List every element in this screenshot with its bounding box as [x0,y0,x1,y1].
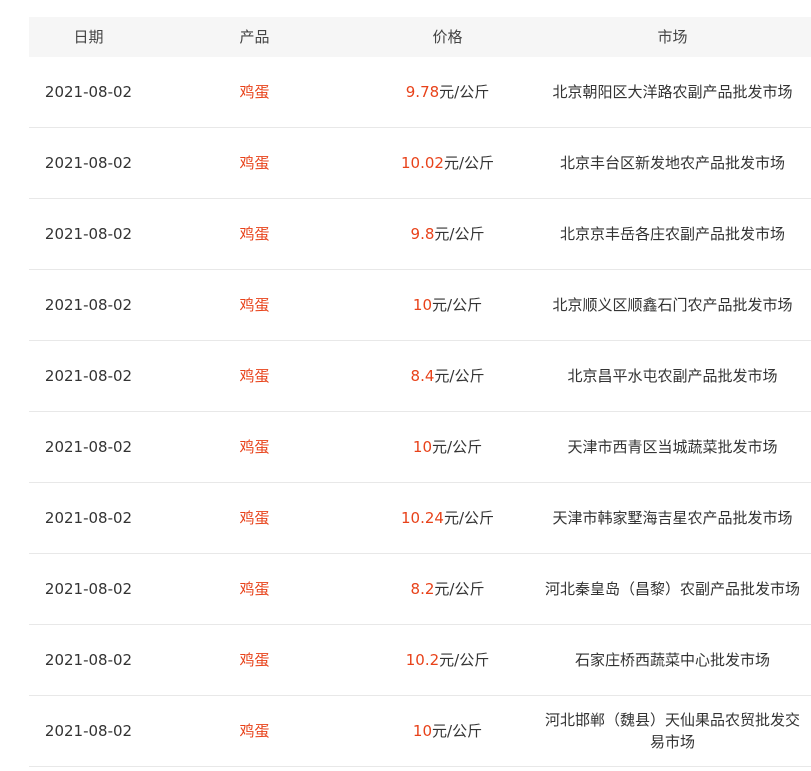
header-product: 产品 [239,28,270,46]
cell-price: 10.24元/公斤 [361,507,534,529]
table-row: 2021-08-02 鸡蛋 10.24元/公斤 天津市韩家墅海吉星农产品批发市场 [29,483,811,554]
table-row: 2021-08-02 鸡蛋 10元/公斤 天津市西青区当城蔬菜批发市场 [29,412,811,483]
table-row: 2021-08-02 鸡蛋 10.02元/公斤 北京丰台区新发地农产品批发市场 [29,128,811,199]
cell-date: 2021-08-02 [44,509,133,527]
price-value: 10.02 [400,154,444,172]
cell-price: 9.78元/公斤 [361,81,534,103]
table-row: 2021-08-02 鸡蛋 9.78元/公斤 北京朝阳区大洋路农副产品批发市场 [29,57,811,128]
cell-market: 北京昌平水屯农副产品批发市场 [567,367,778,385]
cell-market: 北京京丰岳各庄农副产品批发市场 [559,225,785,243]
cell-product: 鸡蛋 [239,154,270,172]
cell-product: 鸡蛋 [239,509,270,527]
price-unit: 元/公斤 [432,438,483,456]
header-date: 日期 [73,28,104,46]
table-row: 2021-08-02 鸡蛋 8.2元/公斤 河北秦皇岛（昌黎）农副产品批发市场 [29,554,811,625]
cell-product: 鸡蛋 [239,367,270,385]
price-table: 日期 产品 价格 市场 2021-08-02 鸡蛋 9.78元/公斤 北京朝阳区大洋路… [29,17,811,767]
cell-product: 鸡蛋 [239,438,270,456]
price-unit: 元/公斤 [439,83,490,101]
cell-price: 10元/公斤 [361,294,534,316]
cell-date: 2021-08-02 [44,296,133,314]
price-unit: 元/公斤 [434,580,485,598]
cell-market: 北京顺义区顺鑫石门农产品批发市场 [552,296,793,314]
table-body: 2021-08-02 鸡蛋 9.78元/公斤 北京朝阳区大洋路农副产品批发市场 2021… [29,57,811,767]
table-row: 2021-08-02 鸡蛋 9.8元/公斤 北京京丰岳各庄农副产品批发市场 [29,199,811,270]
price-unit: 元/公斤 [432,296,483,314]
cell-date: 2021-08-02 [44,722,133,740]
cell-price: 10元/公斤 [361,436,534,458]
price-unit: 元/公斤 [443,509,494,527]
cell-market: 北京朝阳区大洋路农副产品批发市场 [552,83,793,101]
price-unit: 元/公斤 [434,367,485,385]
price-unit: 元/公斤 [434,225,485,243]
price-value: 8.4 [410,367,435,385]
table-header: 日期 产品 价格 市场 [29,17,811,57]
cell-date: 2021-08-02 [44,225,133,243]
cell-price: 9.8元/公斤 [361,223,534,245]
table-row: 2021-08-02 鸡蛋 8.4元/公斤 北京昌平水屯农副产品批发市场 [29,341,811,412]
price-unit: 元/公斤 [439,651,490,669]
cell-date: 2021-08-02 [44,438,133,456]
cell-price: 10元/公斤 [361,720,534,742]
cell-market: 天津市西青区当城蔬菜批发市场 [567,438,778,456]
header-market: 市场 [657,28,688,46]
cell-product: 鸡蛋 [239,722,270,740]
price-value: 10 [412,438,433,456]
price-value: 9.78 [405,83,440,101]
table-row: 2021-08-02 鸡蛋 10元/公斤 北京顺义区顺鑫石门农产品批发市场 [29,270,811,341]
cell-market: 北京丰台区新发地农产品批发市场 [559,154,785,172]
cell-date: 2021-08-02 [44,83,133,101]
price-unit: 元/公斤 [432,722,483,740]
cell-price: 10.2元/公斤 [361,649,534,671]
cell-product: 鸡蛋 [239,83,270,101]
cell-product: 鸡蛋 [239,296,270,314]
cell-market: 天津市韩家墅海吉星农产品批发市场 [552,509,793,527]
price-value: 10.2 [405,651,440,669]
cell-price: 8.4元/公斤 [361,365,534,387]
table-row: 2021-08-02 鸡蛋 10.2元/公斤 石家庄桥西蔬菜中心批发市场 [29,625,811,696]
cell-date: 2021-08-02 [44,580,133,598]
cell-market: 石家庄桥西蔬菜中心批发市场 [574,651,770,669]
table-row: 2021-08-02 鸡蛋 10元/公斤 河北邯郸（魏县）天仙果品农贸批发交易市场 [29,696,811,767]
header-price: 价格 [432,28,463,46]
cell-market: 河北秦皇岛（昌黎）农副产品批发市场 [544,580,800,598]
price-value: 8.2 [410,580,435,598]
cell-product: 鸡蛋 [239,580,270,598]
cell-date: 2021-08-02 [44,154,133,172]
cell-product: 鸡蛋 [239,225,270,243]
price-unit: 元/公斤 [443,154,494,172]
cell-date: 2021-08-02 [44,367,133,385]
cell-market: 河北邯郸（魏县）天仙果品农贸批发交易市场 [544,711,800,751]
price-value: 10 [412,296,433,314]
price-value: 10 [412,722,433,740]
cell-product: 鸡蛋 [239,651,270,669]
cell-price: 10.02元/公斤 [361,152,534,174]
price-value: 10.24 [400,509,444,527]
cell-date: 2021-08-02 [44,651,133,669]
cell-price: 8.2元/公斤 [361,578,534,600]
price-value: 9.8 [410,225,435,243]
